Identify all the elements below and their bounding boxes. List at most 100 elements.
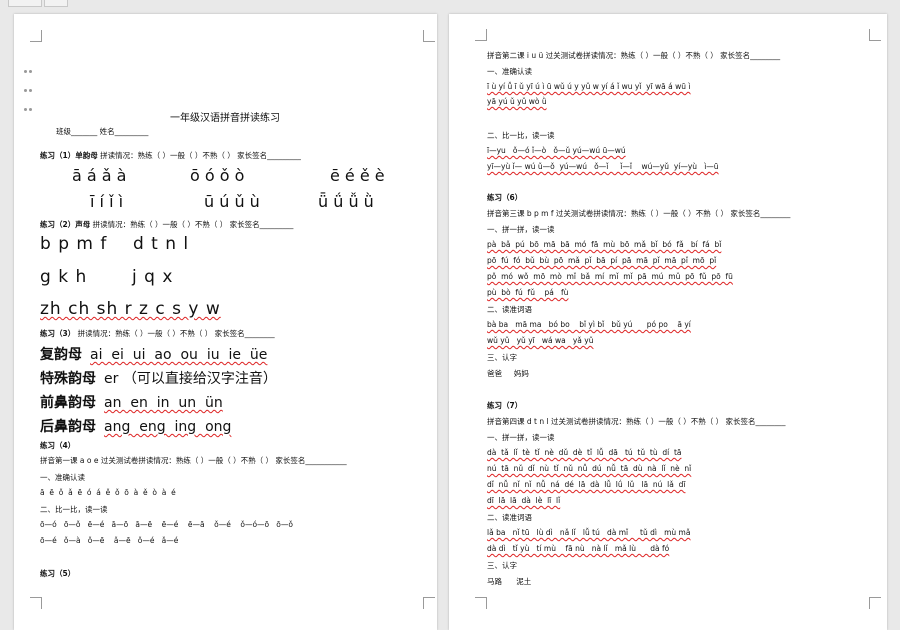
toolbar-tab[interactable] [44,0,68,7]
practice-text: yā yú ǔ yǔ wò ǜ [487,97,547,106]
practice-row: dǐ nǚ nǐ nǐ nǚ ná dé lā dà lǚ lǘ lǔ lā n… [487,480,685,489]
practice-row: ī ù yí ǚ ī ǔ yī ú ì ū wǔ ú y yǔ w yí á ǐ… [487,82,691,91]
shengmu-row: g k h j q x [40,267,174,287]
top-strip [0,0,900,12]
practice-row: pà bǎ pú bō mā bā mó fā mù bō mǎ bǐ bó f… [487,240,721,249]
practice-text: bà ba mā ma bó bo bǐ yì bǐ bǔ yú pó po ā… [487,320,691,329]
toolbar-tab[interactable] [8,0,42,7]
section-heading: 二、比一比，读一读 [40,505,108,514]
practice-row: nú tā nǔ dǐ nù tǐ nǔ nǚ dú nǚ tā dù nà l… [487,464,691,473]
practice-row: pǒ mó wǒ mō mò mǐ bǎ mí mǐ mǐ pā mú mǔ p… [487,272,733,281]
lesson-line: 拼音第三课 b p m f 过关测试卷拼读情况：熟练（ ）一般（ ）不熟（ ） … [487,209,791,218]
exercise-label: 练习（5） [40,569,76,578]
tone-group: ī í ǐ ì [90,192,124,211]
practice-text: dà tǎ lǐ tè tǐ nè dǔ dè tǐ lǚ dā tú tǔ t… [487,448,682,457]
margin-corner [869,597,881,609]
yunmu-label: 后鼻韵母 [40,419,96,435]
practice-text: wǔ yǔ yǔ yī wá wa yǎ yǔ [487,336,594,345]
shengmu-row: b p m f d t n l [40,234,190,254]
tone-group: ū ú ǔ ù [204,192,260,211]
tone-group: ā á ǎ à [72,166,127,185]
exercise-info: 拼读情况：熟练（ ）一般（ ）不熟（ ） 家长签名_________ [100,151,301,160]
practice-row: yī—yù ǐ— wú ǔ—ǒ yú—wú ǒ—ǐ ǐ—ǐ wú—yǔ yí—y… [487,162,719,171]
tone-group: ō ó ǒ ò [190,166,245,185]
practice-row: dī lā lā dà lè lī lǐ [487,496,560,505]
section-heading: 二、比一比，读一读 [487,131,555,140]
practice-text: lǎ ba nǐ tū lù dì nǎ lǐ lǚ tú dà mǐ tǔ d… [487,528,691,537]
section-heading: 二、读准词语 [487,305,532,314]
practice-row: pō fú fó bǔ bù pō mǎ pǐ bā pí pā mā pǐ m… [487,256,716,265]
practice-row: ō—é ǒ—à ǒ—ē ǎ—ē ǒ—é ǎ—é [40,536,179,545]
section-heading: 一、准确认读 [40,473,85,482]
section-heading: 二、读准词语 [487,513,532,522]
recognize-words: 爸爸 妈妈 [487,369,529,378]
exercise-info: 拼读情况：熟练（ ）一般（ ）不熟（ ） 家长签名________ [77,329,275,338]
yunmu-text: ang eng ing ong [104,419,232,435]
practice-text: dà dì tǐ yù tí mù fā nù nà lǐ mǎ lù dà f… [487,544,670,553]
document-page-left: 一年级汉语拼音拼读练习 班级_______ 姓名_________ 练习（1）单… [14,14,437,630]
yunmu-row: 特殊韵母 er （可以直接给汉字注音） [40,368,277,388]
practice-text: ī ù yí ǚ ī ǔ yī ú ì ū wǔ ú y yǔ w yí á ǐ… [487,82,691,91]
yunmu-label: 特殊韵母 [40,371,96,387]
margin-corner [423,30,435,42]
practice-row: dà dì tǐ yù tí mù fā nù nà lǐ mǎ lù dà f… [487,544,669,553]
margin-corner [475,29,487,41]
section-heading: 三、认字 [487,353,517,362]
yunmu-row: 后鼻韵母 ang eng ing ong [40,416,231,436]
shengmu-text: zh ch sh r z c s y w [40,299,221,319]
yunmu-row: 复韵母 ai ei ui ao ou iu ie üe [40,344,267,364]
class-name-line: 班级_______ 姓名_________ [56,127,149,136]
yunmu-text: an en in un ün [104,395,223,411]
margin-corner [30,597,42,609]
exercise-header: 练习（3） 拼读情况：熟练（ ）一般（ ）不熟（ ） 家长签名________ [40,328,275,339]
exercise-header: 练习（2）声母 拼读情况：熟练（ ）一般（ ）不熟（ ） 家长签名_______… [40,219,293,230]
practice-row: yā yú ǔ yǔ wò ǜ [487,97,547,106]
section-heading: 三、认字 [487,561,517,570]
margin-corner [475,597,487,609]
yunmu-label: 复韵母 [40,347,82,363]
margin-corner [30,30,42,42]
practice-text: nú tā nǔ dǐ nù tǐ nǔ nǚ dú nǚ tā dù nà l… [487,464,692,473]
practice-text: pù bò fú fǔ pá fù [487,288,569,297]
drag-handle-icon[interactable] [23,59,33,116]
recognize-words: 马路 泥土 [487,577,532,586]
exercise-header: 练习（1）单韵母 拼读情况：熟练（ ）一般（ ）不熟（ ） 家长签名______… [40,150,301,161]
lesson-line: 拼音第四课 d t n l 过关测试卷拼读情况：熟练（ ）一般（ ）不熟（ ） … [487,417,786,426]
exercise-label: 练习（7） [487,401,523,410]
practice-text: dǐ nǚ nǐ nǐ nǚ ná dé lā dà lǚ lǘ lǔ lā n… [487,480,686,489]
tone-group: ē é ě è [330,166,385,185]
exercise-label: 练习（6） [487,193,523,202]
lesson-line: 拼音第二课 i u ü 过关测试卷拼读情况：熟练（ ）一般（ ）不熟（ ） 家长… [487,51,781,60]
practice-text: yī—yù ǐ— wú ǔ—ǒ yú—wú ǒ—ǐ ǐ—ǐ wú—yǔ yí—y… [487,162,719,171]
practice-text: dī lā lā dà lè lī lǐ [487,496,561,505]
practice-row: pù bò fú fǔ pá fù [487,288,568,297]
section-heading: 一、拼一拼，读一读 [487,433,555,442]
lesson-line: 拼音第一课 a o e 过关测试卷拼读情况：熟练（ ）一般（ ）不熟（ ） 家长… [40,456,347,465]
tone-row: ā á ǎ à ō ó ǒ ò ē é ě è [72,166,385,185]
page-title: 一年级汉语拼音拼读练习 [170,113,280,124]
tone-row: ī í ǐ ì ū ú ǔ ù ǖ ǘ ǚ ǜ [90,192,374,211]
practice-row: bà ba mā ma bó bo bǐ yì bǐ bǔ yú pó po ā… [487,320,691,329]
practice-row: dà tǎ lǐ tè tǐ nè dǔ dè tǐ lǚ dā tú tǔ t… [487,448,681,457]
shengmu-row: zh ch sh r z c s y w [40,299,221,319]
yunmu-label: 前鼻韵母 [40,395,96,411]
exercise-label: 练习（2）声母 [40,220,91,229]
yunmu-text: er （可以直接给汉字注音） [104,371,277,387]
section-heading: 一、拼一拼，读一读 [487,225,555,234]
practice-text: pǒ mó wǒ mō mò mǐ bǎ mí mǐ mǐ pā mú mǔ p… [487,272,733,281]
practice-row: ō—ó ō—ǒ ē—é ā—ō ā—ē ē—é ē—ā ǒ—é ǒ—ó—ō ō—… [40,520,293,529]
practice-text: ī—yu ǒ—ó ǐ—ò ǒ—ǔ yú—wú ū—wú [487,146,626,155]
yunmu-row: 前鼻韵母 an en in un ün [40,392,223,412]
exercise-label: 练习（3） [40,329,76,338]
margin-corner [423,597,435,609]
section-heading: 一、准确认读 [487,67,532,76]
document-page-right: 拼音第二课 i u ü 过关测试卷拼读情况：熟练（ ）一般（ ）不熟（ ） 家长… [449,14,887,630]
exercise-info: 拼读情况：熟练（ ）一般（ ）不熟（ ） 家长签名_________ [92,220,294,229]
practice-row: ī—yu ǒ—ó ǐ—ò ǒ—ǔ yú—wú ū—wú [487,146,626,155]
practice-text: pō fú fó bǔ bù pō mǎ pǐ bā pí pā mā pǐ m… [487,256,717,265]
practice-row: wǔ yǔ yǔ yī wá wa yǎ yǔ [487,336,593,345]
practice-row: lǎ ba nǐ tū lù dì nǎ lǐ lǚ tú dà mǐ tǔ d… [487,528,690,537]
practice-text: pà bǎ pú bō mā bā mó fā mù bō mǎ bǐ bó f… [487,240,722,249]
margin-corner [869,29,881,41]
tone-group: ǖ ǘ ǚ ǜ [318,192,374,211]
